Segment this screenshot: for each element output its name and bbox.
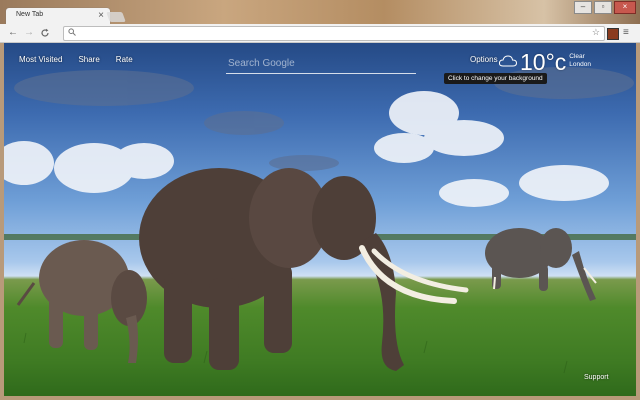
address-bar[interactable]: ☆ — [63, 26, 605, 41]
tab-title: New Tab — [16, 11, 44, 18]
new-tab-page: Most Visited Share Rate Options Click to… — [4, 43, 636, 396]
temperature: 10°c — [520, 49, 567, 75]
title-bar: New Tab × – ▫ × — [0, 0, 640, 24]
google-search-bar — [226, 51, 420, 75]
bookmark-star-icon[interactable]: ☆ — [592, 27, 600, 38]
elephant-wallpaper — [4, 67, 636, 374]
support-link[interactable]: Support — [584, 374, 609, 381]
weather-location: London — [569, 61, 591, 68]
close-window-button[interactable]: × — [614, 1, 636, 14]
weather-condition: Clear — [569, 53, 585, 60]
reload-button[interactable] — [40, 26, 50, 43]
top-nav: Most Visited Share Rate — [19, 55, 133, 64]
reload-icon — [41, 28, 49, 37]
search-input[interactable] — [226, 51, 420, 75]
minimize-button[interactable]: – — [574, 1, 592, 14]
tab-close-icon[interactable]: × — [98, 9, 104, 23]
weather-widget[interactable]: 10°c Clear London — [499, 49, 591, 75]
browser-menu-icon[interactable]: ≡ — [623, 26, 629, 40]
window-controls: – ▫ × — [574, 1, 636, 14]
weather-details: Clear London — [569, 53, 591, 69]
cloud-icon — [499, 55, 517, 67]
browser-toolbar: ← → ☆ ≡ — [0, 24, 640, 43]
options-link[interactable]: Options — [470, 55, 498, 64]
share-link[interactable]: Share — [78, 55, 99, 64]
maximize-button[interactable]: ▫ — [594, 1, 612, 14]
search-icon — [68, 28, 76, 38]
tab-new-tab[interactable]: New Tab × — [6, 8, 110, 24]
new-tab-button[interactable] — [106, 12, 126, 22]
extension-icon[interactable] — [607, 28, 619, 40]
rate-link[interactable]: Rate — [116, 55, 133, 64]
back-button[interactable]: ← — [8, 26, 18, 40]
forward-button[interactable]: → — [24, 26, 34, 40]
most-visited-link[interactable]: Most Visited — [19, 55, 62, 64]
